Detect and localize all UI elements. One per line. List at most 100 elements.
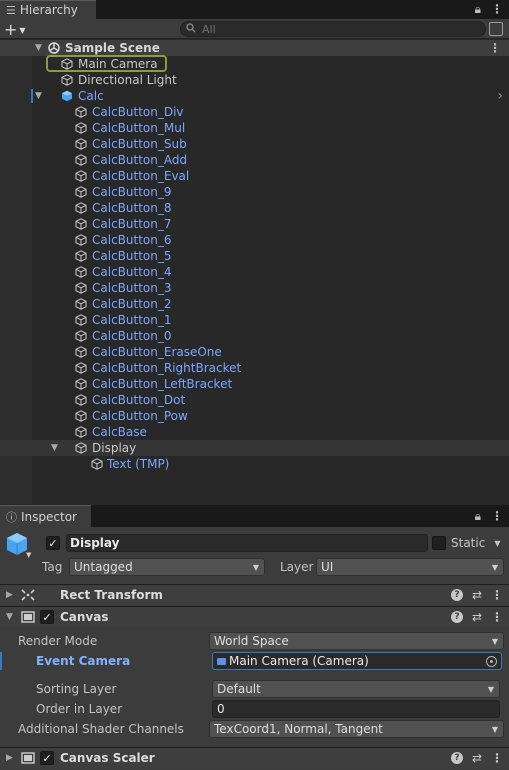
preset-icon[interactable]: ⇄ xyxy=(472,588,482,602)
hierarchy-item[interactable]: Directional Light xyxy=(0,72,509,88)
help-icon[interactable]: ? xyxy=(450,589,463,601)
hierarchy-item[interactable]: CalcButton_7 xyxy=(0,216,509,232)
chevron-down-icon[interactable]: ▼ xyxy=(26,551,31,559)
preset-icon[interactable]: ⇄ xyxy=(472,751,482,765)
hierarchy-item[interactable]: CalcButton_2 xyxy=(0,296,509,312)
component-menu-icon[interactable]: ⋮ xyxy=(491,588,503,602)
sorting-layer-value: Default xyxy=(217,682,261,696)
gameobject-cube-icon xyxy=(75,202,87,214)
expand-arrow-icon[interactable]: ▶ xyxy=(6,753,13,763)
hierarchy-item[interactable]: CalcBase xyxy=(0,424,509,440)
prefab-cube-icon xyxy=(61,90,73,102)
search-box[interactable] xyxy=(180,21,486,37)
hierarchy-item[interactable]: CalcButton_EraseOne xyxy=(0,344,509,360)
object-picker-icon[interactable] xyxy=(486,656,497,667)
hierarchy-item[interactable]: ▼ Display xyxy=(0,440,509,456)
chevron-down-icon: ▼ xyxy=(252,563,259,572)
hierarchy-item[interactable]: CalcButton_6 xyxy=(0,232,509,248)
render-mode-label: Render Mode xyxy=(18,634,98,648)
hierarchy-item-label: Display xyxy=(92,441,137,455)
tag-dropdown[interactable]: Untagged ▼ xyxy=(69,558,265,576)
hierarchy-item[interactable]: Text (TMP) xyxy=(0,456,509,472)
expand-arrow-icon[interactable]: ▶ xyxy=(6,590,13,600)
canvas-header[interactable]: ▼ ✓ Canvas ? ⇄ ⋮ xyxy=(0,606,509,627)
event-camera-field[interactable]: Main Camera (Camera) xyxy=(212,652,502,670)
help-icon[interactable]: ? xyxy=(450,752,463,764)
hierarchy-item[interactable]: CalcButton_Mul xyxy=(0,120,509,136)
layer-dropdown[interactable]: UI ▼ xyxy=(316,558,504,576)
object-name-field[interactable]: Display xyxy=(66,534,428,552)
lock-icon[interactable]: 🔒︎ xyxy=(475,2,481,17)
gameobject-cube-icon xyxy=(75,426,87,438)
order-in-layer-field[interactable]: 0 xyxy=(212,700,500,718)
chevron-down-icon[interactable]: ▼ xyxy=(494,539,500,548)
static-checkbox[interactable]: ✓ xyxy=(432,536,446,550)
hierarchy-item[interactable]: CalcButton_Div xyxy=(0,104,509,120)
hierarchy-item[interactable]: CalcButton_5 xyxy=(0,248,509,264)
hierarchy-toolbar: + ▼ xyxy=(0,19,509,39)
scene-name: Sample Scene xyxy=(65,41,160,55)
sorting-layer-label: Sorting Layer xyxy=(36,682,117,696)
search-options-icon[interactable] xyxy=(489,22,503,36)
gameobject-cube-icon xyxy=(75,154,87,166)
help-icon[interactable]: ? xyxy=(450,611,463,623)
hierarchy-item[interactable]: CalcButton_8 xyxy=(0,200,509,216)
more-options-icon[interactable]: ⋮ xyxy=(491,509,503,524)
hierarchy-item[interactable]: CalcButton_RightBracket xyxy=(0,360,509,376)
render-mode-dropdown[interactable]: World Space ▼ xyxy=(209,632,504,650)
gameobject-cube-icon xyxy=(75,362,87,374)
layer-label: Layer xyxy=(280,560,314,574)
active-checkbox[interactable]: ✓ xyxy=(46,536,60,550)
canvas-enabled-checkbox[interactable]: ✓ xyxy=(40,610,54,624)
scene-menu-icon[interactable]: ⋮ xyxy=(489,41,501,55)
add-object-button[interactable]: + ▼ xyxy=(4,20,34,39)
hierarchy-item[interactable]: CalcButton_Sub xyxy=(0,136,509,152)
gameobject-cube-icon xyxy=(75,106,87,118)
canvas-scaler-enabled-checkbox[interactable]: ✓ xyxy=(40,751,54,765)
static-toggle[interactable]: ✓ Static ▼ xyxy=(432,536,500,550)
hierarchy-item[interactable]: CalcButton_Pow xyxy=(0,408,509,424)
scene-row[interactable]: ▼ Sample Scene ⋮ xyxy=(0,40,509,56)
hierarchy-item[interactable]: CalcButton_3 xyxy=(0,280,509,296)
gameobject-cube-icon xyxy=(75,250,87,262)
canvas-scaler-header[interactable]: ▶ ✓ Canvas Scaler ? ⇄ ⋮ xyxy=(0,747,509,768)
rect-transform-title: Rect Transform xyxy=(60,588,163,602)
preset-icon[interactable]: ⇄ xyxy=(472,610,482,624)
more-options-icon[interactable]: ⋮ xyxy=(491,2,503,17)
expand-arrow-icon[interactable]: ▼ xyxy=(35,91,42,101)
hierarchy-item[interactable]: CalcButton_0 xyxy=(0,328,509,344)
hierarchy-item[interactable]: CalcButton_Eval xyxy=(0,168,509,184)
hierarchy-item-label: CalcButton_Mul xyxy=(92,121,186,135)
collapse-arrow-icon[interactable]: ▼ xyxy=(6,612,13,622)
gameobject-cube-icon[interactable] xyxy=(6,532,28,556)
chevron-down-icon: ▼ xyxy=(491,725,498,734)
hierarchy-item[interactable]: CalcButton_LeftBracket xyxy=(0,376,509,392)
tag-value: Untagged xyxy=(74,560,133,574)
hierarchy-item-label: CalcButton_RightBracket xyxy=(92,361,242,375)
tab-inspector[interactable]: ⓘ Inspector xyxy=(0,505,91,527)
rect-transform-header[interactable]: ▶ Rect Transform ? ⇄ ⋮ xyxy=(0,584,509,605)
gameobject-cube-icon xyxy=(75,314,87,326)
unity-scene-icon xyxy=(48,42,60,54)
hierarchy-item[interactable]: CalcButton_9 xyxy=(0,184,509,200)
component-menu-icon[interactable]: ⋮ xyxy=(491,610,503,624)
expand-arrow-icon[interactable]: ▼ xyxy=(35,43,42,53)
canvas-title: Canvas xyxy=(60,610,109,624)
hierarchy-item[interactable]: CalcButton_1 xyxy=(0,312,509,328)
lock-icon[interactable]: 🔒︎ xyxy=(475,509,481,524)
tag-label: Tag xyxy=(42,560,63,574)
component-menu-icon[interactable]: ⋮ xyxy=(491,751,503,765)
hierarchy-item-label: Calc xyxy=(78,89,104,103)
hierarchy-item[interactable]: CalcButton_Add xyxy=(0,152,509,168)
hierarchy-item[interactable]: CalcButton_Dot xyxy=(0,392,509,408)
open-prefab-chevron-icon[interactable]: › xyxy=(497,88,503,104)
sorting-layer-dropdown[interactable]: Default ▼ xyxy=(212,680,500,698)
hierarchy-tabbar: ☰ Hierarchy 🔒︎ ⋮ xyxy=(0,0,509,19)
hierarchy-item-label: CalcBase xyxy=(92,425,147,439)
tab-hierarchy[interactable]: ☰ Hierarchy xyxy=(0,0,96,19)
expand-arrow-icon[interactable]: ▼ xyxy=(51,443,58,453)
search-input[interactable] xyxy=(202,22,462,36)
hierarchy-item[interactable]: ▼ Calc › xyxy=(0,88,509,104)
shader-channels-dropdown[interactable]: TexCoord1, Normal, Tangent ▼ xyxy=(209,720,504,738)
hierarchy-item[interactable]: CalcButton_4 xyxy=(0,264,509,280)
